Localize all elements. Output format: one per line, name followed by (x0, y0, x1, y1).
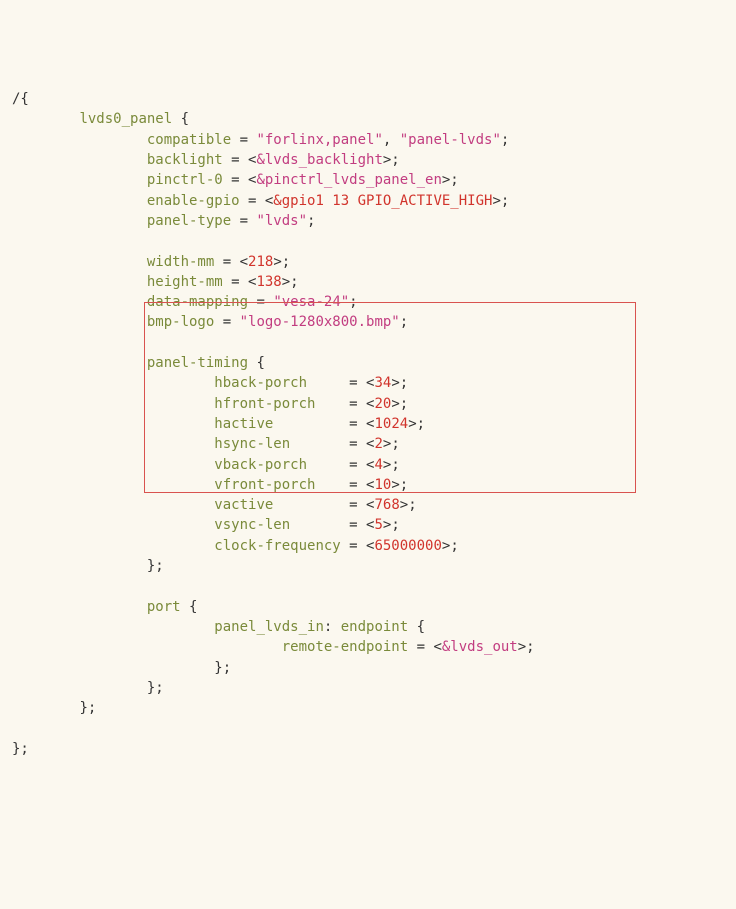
key-vfront-porch: vfront-porch (214, 477, 315, 493)
key-vactive: vactive (214, 497, 273, 513)
key-remote-endpoint: remote-endpoint (282, 639, 408, 655)
key-backlight: backlight (147, 152, 223, 168)
node-lvds0: lvds0_panel (79, 111, 172, 127)
node-panel-timing: panel-timing (147, 355, 248, 371)
val-hback-porch: 34 (374, 375, 391, 391)
val-bmp-logo: "logo-1280x800.bmp" (240, 314, 400, 330)
key-vback-porch: vback-porch (214, 457, 307, 473)
val-compatible-1: "forlinx,panel" (256, 132, 382, 148)
val-panel-type: "lvds" (256, 213, 307, 229)
key-enable-gpio: enable-gpio (147, 193, 240, 209)
val-hactive: 1024 (374, 416, 408, 432)
val-clock-frequency: 65000000 (374, 538, 441, 554)
code-block: /{ lvds0_panel { compatible = "forlinx,p… (12, 89, 724, 759)
val-data-mapping: "vesa-24" (273, 294, 349, 310)
key-compatible: compatible (147, 132, 231, 148)
key-height-mm: height-mm (147, 274, 223, 290)
val-width-mm: 218 (248, 254, 273, 270)
val-hfront-porch: 20 (374, 396, 391, 412)
node-port: port (147, 599, 181, 615)
key-bmp-logo: bmp-logo (147, 314, 214, 330)
val-height-mm: 138 (256, 274, 281, 290)
val-vactive: 768 (374, 497, 399, 513)
val-vsync-len: 5 (374, 517, 382, 533)
key-pinctrl: pinctrl-0 (147, 172, 223, 188)
key-vsync-len: vsync-len (214, 517, 290, 533)
key-width-mm: width-mm (147, 254, 214, 270)
val-vback-porch: 4 (374, 457, 382, 473)
key-clock-frequency: clock-frequency (214, 538, 340, 554)
val-hsync-len: 2 (374, 436, 382, 452)
val-remote-endpoint: &lvds_out (442, 639, 518, 655)
val-enable-gpio: &gpio1 13 GPIO_ACTIVE_HIGH (273, 193, 492, 209)
val-vfront-porch: 10 (374, 477, 391, 493)
key-hback-porch: hback-porch (214, 375, 307, 391)
key-hsync-len: hsync-len (214, 436, 290, 452)
key-hfront-porch: hfront-porch (214, 396, 315, 412)
key-hactive: hactive (214, 416, 273, 432)
node-endpoint: endpoint (341, 619, 408, 635)
val-pinctrl: &pinctrl_lvds_panel_en (256, 172, 441, 188)
root-open: /{ (12, 91, 29, 107)
label-panel-lvds-in: panel_lvds_in (214, 619, 324, 635)
key-data-mapping: data-mapping (147, 294, 248, 310)
val-backlight: &lvds_backlight (256, 152, 382, 168)
key-panel-type: panel-type (147, 213, 231, 229)
val-compatible-2: "panel-lvds" (400, 132, 501, 148)
